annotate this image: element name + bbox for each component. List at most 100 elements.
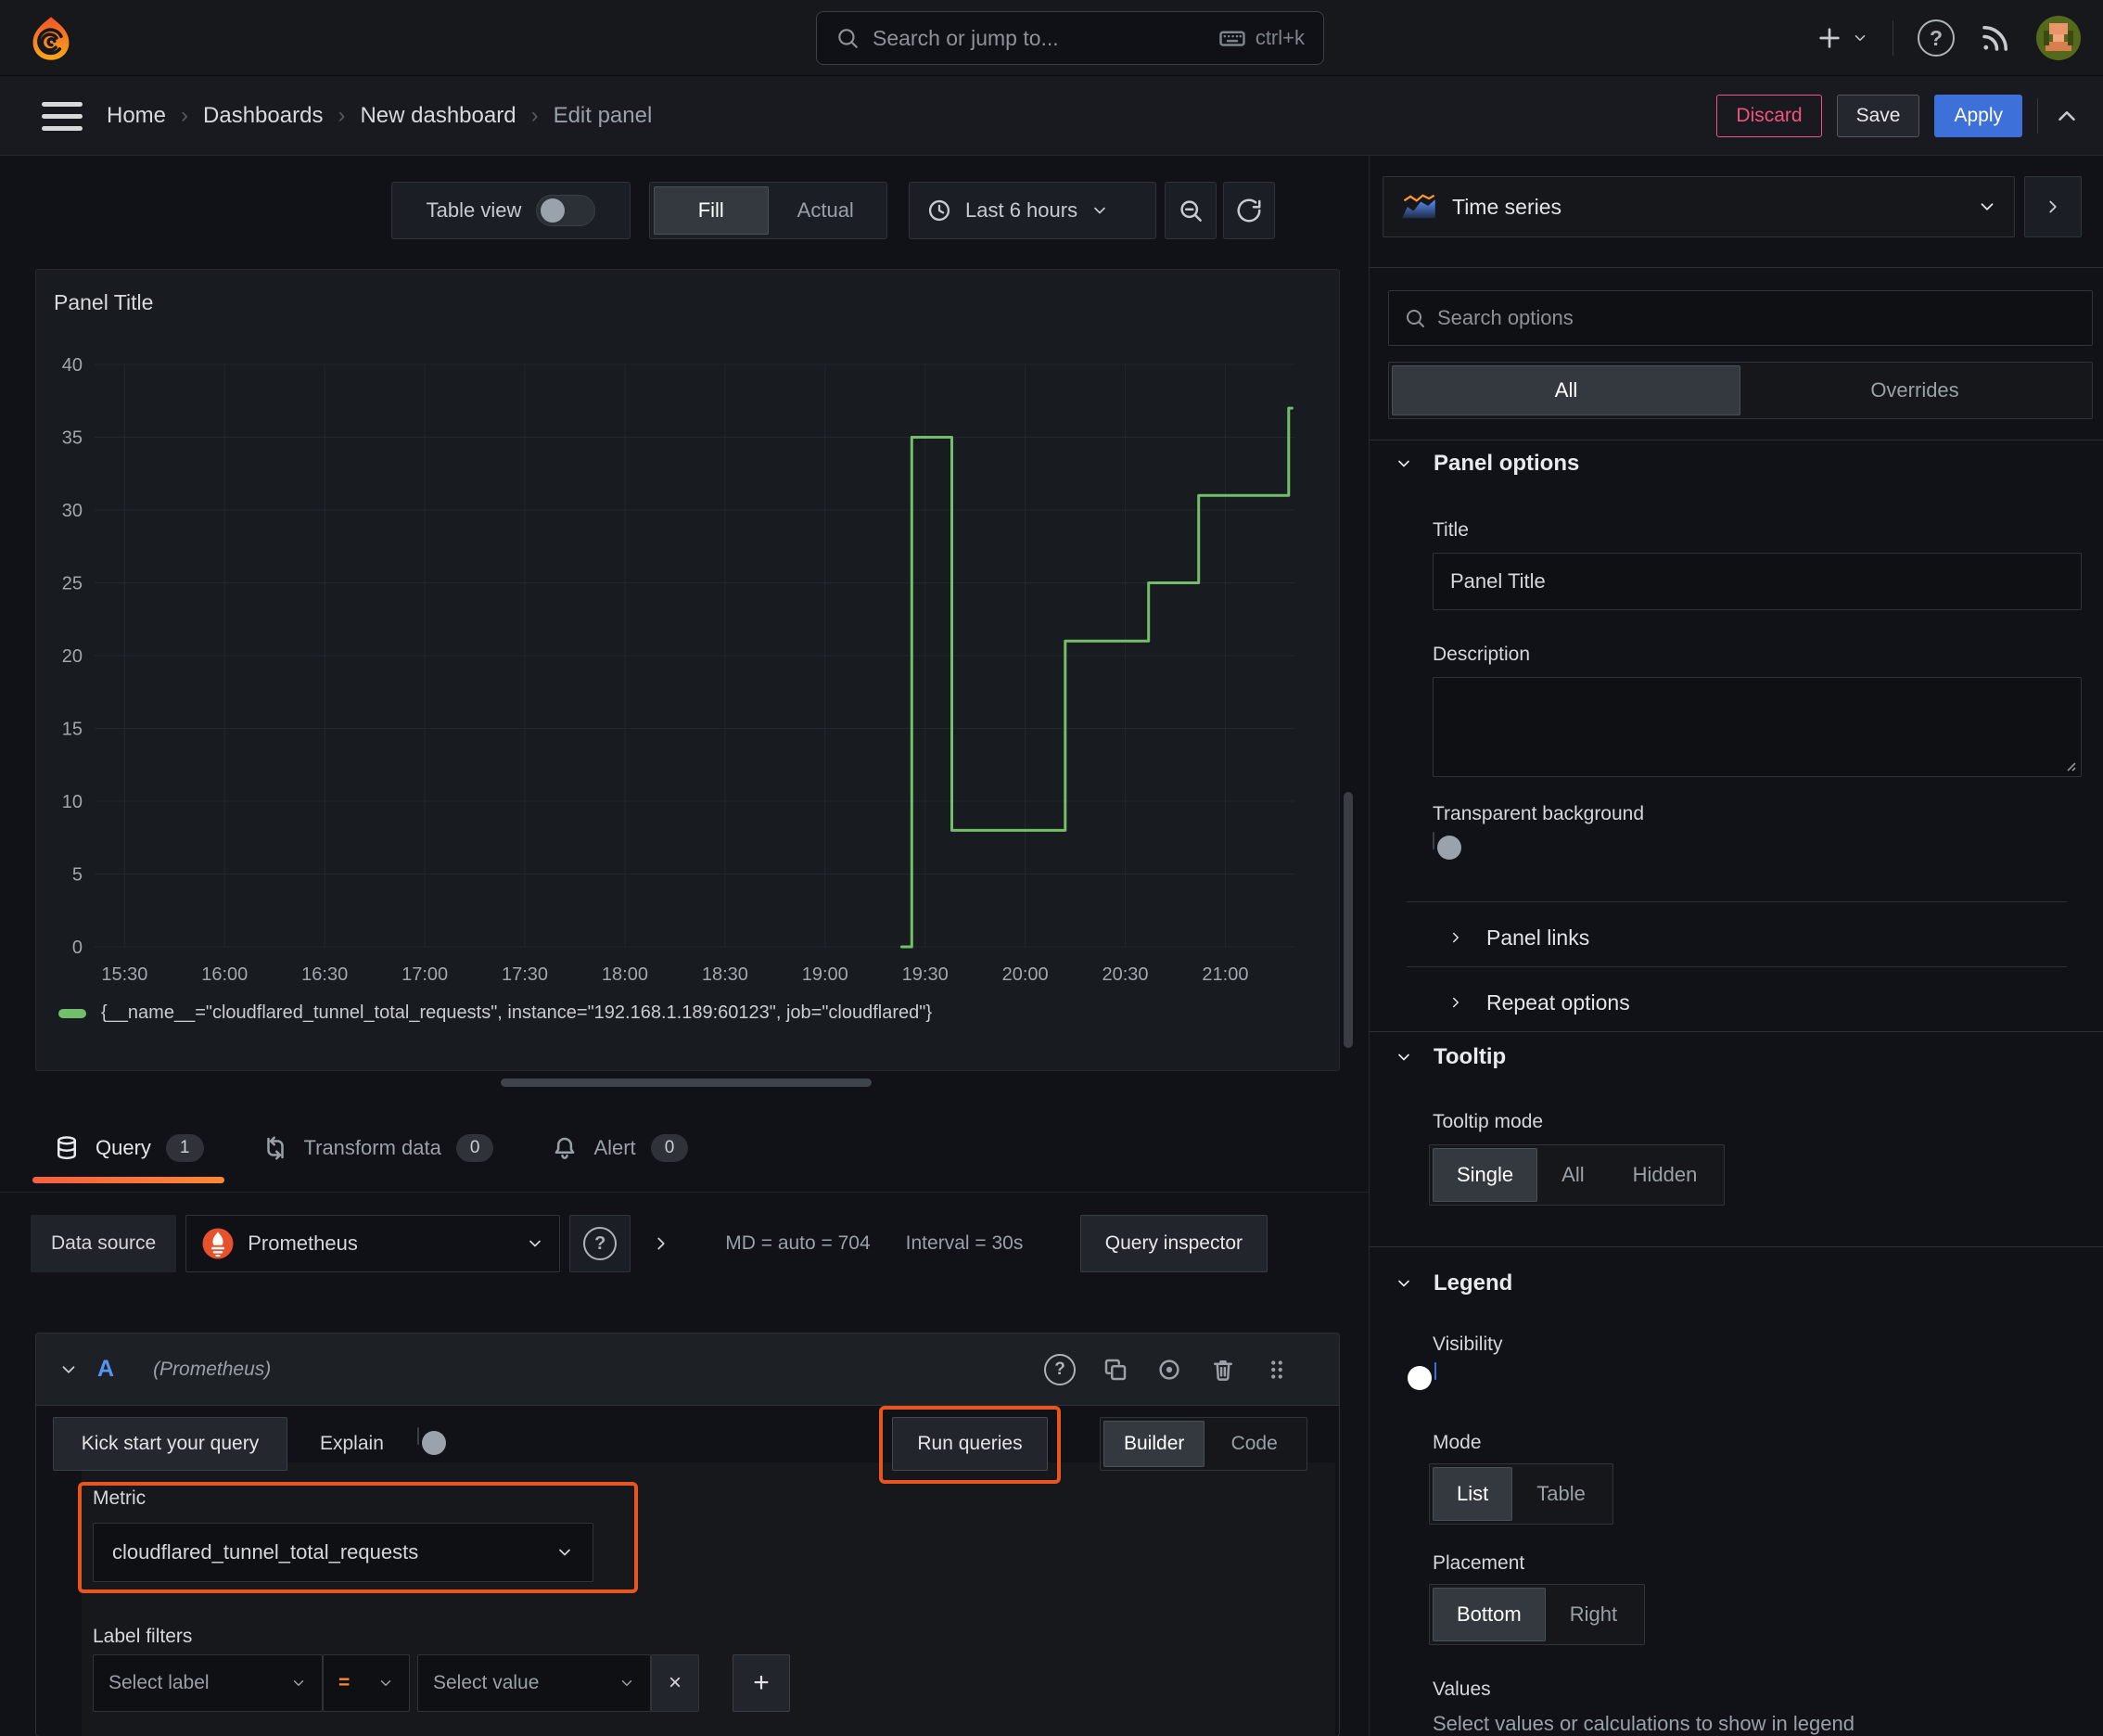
menu-toggle-icon[interactable] xyxy=(42,102,83,131)
repeat-options-section[interactable]: Repeat options xyxy=(1447,977,1630,1028)
table-view-control: Table view xyxy=(391,182,631,239)
legend-visibility-toggle[interactable] xyxy=(1408,1362,1436,1390)
svg-text:30: 30 xyxy=(62,501,83,521)
time-series-viz-icon xyxy=(1402,194,1435,219)
datasource-help-button[interactable]: ? xyxy=(569,1215,631,1272)
panel-options-header[interactable]: Panel options xyxy=(1395,451,1579,477)
panel-options-sidebar: Time series Search options All Overrides… xyxy=(1369,156,2103,1736)
actual-option[interactable]: Actual xyxy=(769,186,884,235)
visualization-name: Time series xyxy=(1452,194,1561,219)
tab-transform-data[interactable]: Transform data 0 xyxy=(241,1104,515,1193)
breadcrumb: Home › Dashboards › New dashboard › Edit… xyxy=(107,76,652,156)
all-overrides-group: All Overrides xyxy=(1388,362,2093,419)
breadcrumb-dashboards[interactable]: Dashboards xyxy=(203,103,323,129)
table-view-toggle[interactable] xyxy=(536,195,596,226)
tab-query-count: 1 xyxy=(165,1133,204,1162)
news-rss-icon[interactable] xyxy=(1979,21,2012,55)
pane-resize-handle[interactable] xyxy=(501,1079,872,1087)
run-queries-button[interactable]: Run queries xyxy=(892,1417,1048,1471)
tooltip-mode-hidden[interactable]: Hidden xyxy=(1609,1148,1722,1202)
refresh-button[interactable] xyxy=(1223,182,1275,239)
time-series-chart[interactable]: 0 5 10 15 20 25 30 35 40 15:30 16:00 16:30 17:00 17:3… xyxy=(53,344,1323,993)
tab-query[interactable]: Query 1 xyxy=(32,1104,224,1193)
svg-text:21:00: 21:00 xyxy=(1202,964,1248,985)
builder-option[interactable]: Builder xyxy=(1103,1421,1205,1467)
query-help-icon[interactable]: ? xyxy=(1044,1353,1076,1385)
search-options-placeholder: Search options xyxy=(1437,306,1574,329)
keyboard-icon xyxy=(1219,31,1245,46)
user-avatar[interactable] xyxy=(2036,16,2081,60)
help-button[interactable]: ? xyxy=(1918,19,1955,57)
svg-text:16:30: 16:30 xyxy=(301,964,348,985)
collapse-query-icon[interactable] xyxy=(58,1359,79,1380)
legend-values-label: Values xyxy=(1433,1679,1491,1700)
breadcrumb-separator: › xyxy=(338,103,346,128)
legend-mode-list[interactable]: List xyxy=(1433,1467,1513,1521)
svg-text:20:00: 20:00 xyxy=(1002,964,1049,985)
search-options-input[interactable]: Search options xyxy=(1388,290,2093,346)
series-legend-label[interactable]: {__name__="cloudflared_tunnel_total_requ… xyxy=(101,1002,932,1024)
datasource-picker[interactable]: Prometheus xyxy=(185,1215,561,1272)
tooltip-mode-single[interactable]: Single xyxy=(1433,1148,1538,1202)
disable-query-eye-icon[interactable] xyxy=(1155,1356,1183,1384)
apply-button[interactable]: Apply xyxy=(1934,95,2022,137)
transparent-background-toggle[interactable] xyxy=(1433,832,1461,860)
description-textarea[interactable] xyxy=(1433,677,2082,777)
code-option[interactable]: Code xyxy=(1204,1421,1304,1467)
filter-all[interactable]: All xyxy=(1392,365,1740,415)
chart-legend: {__name__="cloudflared_tunnel_total_requ… xyxy=(58,1002,932,1024)
actions-divider xyxy=(2037,98,2038,134)
kickstart-query-button[interactable]: Kick start your query xyxy=(53,1417,287,1471)
fill-option[interactable]: Fill xyxy=(654,186,769,235)
breadcrumb-new-dashboard[interactable]: New dashboard xyxy=(360,103,516,129)
operator-dropdown[interactable]: = xyxy=(323,1654,410,1712)
tooltip-header[interactable]: Tooltip xyxy=(1395,1044,1506,1070)
panel-links-section[interactable]: Panel links xyxy=(1447,913,1589,963)
query-datasource-hint: (Prometheus) xyxy=(153,1358,272,1380)
tooltip-mode-all[interactable]: All xyxy=(1537,1148,1608,1202)
question-icon: ? xyxy=(583,1227,618,1260)
visualization-picker[interactable]: Time series xyxy=(1383,176,2015,237)
chevron-right-icon[interactable] xyxy=(651,1233,671,1254)
global-search-input[interactable]: Search or jump to... ctrl+k xyxy=(816,11,1324,65)
zoom-out-button[interactable] xyxy=(1165,182,1217,239)
add-new-button[interactable] xyxy=(1815,23,1868,53)
sidebar-divider xyxy=(1407,966,2067,967)
legend-placement-bottom[interactable]: Bottom xyxy=(1433,1588,1546,1641)
duplicate-query-icon[interactable] xyxy=(1102,1356,1129,1384)
svg-text:5: 5 xyxy=(72,865,83,886)
chevron-right-icon xyxy=(2049,200,2057,213)
vertical-scrollbar[interactable] xyxy=(1344,792,1353,1048)
resize-handle-icon[interactable] xyxy=(2062,758,2077,772)
tab-alert[interactable]: Alert 0 xyxy=(530,1104,708,1193)
drag-grip-icon[interactable] xyxy=(1263,1356,1291,1384)
filter-overrides[interactable]: Overrides xyxy=(1740,365,2089,415)
select-label-dropdown[interactable]: Select label xyxy=(93,1654,323,1712)
query-inspector-button[interactable]: Query inspector xyxy=(1079,1215,1268,1272)
grafana-logo-icon[interactable] xyxy=(26,13,76,63)
legend-mode-table[interactable]: Table xyxy=(1512,1467,1610,1521)
legend-placement-right[interactable]: Right xyxy=(1546,1588,1641,1641)
query-header[interactable]: A (Prometheus) ? xyxy=(36,1334,1339,1406)
add-filter-button[interactable]: + xyxy=(733,1654,790,1712)
select-value-placeholder: Select value xyxy=(433,1672,540,1693)
collapse-options-pane-button[interactable] xyxy=(2024,176,2082,237)
select-value-dropdown[interactable]: Select value xyxy=(417,1654,651,1712)
svg-text:18:00: 18:00 xyxy=(602,964,648,985)
save-button[interactable]: Save xyxy=(1836,95,1920,137)
panel-title-input[interactable] xyxy=(1433,553,2082,610)
collapse-header-icon[interactable] xyxy=(2053,102,2081,130)
svg-text:40: 40 xyxy=(62,355,83,376)
search-icon xyxy=(838,29,858,48)
delete-query-trash-icon[interactable] xyxy=(1209,1356,1237,1384)
remove-filter-button[interactable]: × xyxy=(651,1654,699,1712)
explain-toggle[interactable] xyxy=(417,1427,446,1455)
breadcrumb-home[interactable]: Home xyxy=(107,103,166,129)
sidebar-divider xyxy=(1407,901,2067,902)
metric-select[interactable]: cloudflared_tunnel_total_requests xyxy=(93,1523,593,1582)
time-range-picker[interactable]: Last 6 hours xyxy=(909,182,1156,239)
breadcrumb-edit-panel: Edit panel xyxy=(553,103,653,128)
repeat-options-label: Repeat options xyxy=(1486,989,1630,1015)
legend-header[interactable]: Legend xyxy=(1395,1270,1512,1296)
discard-button[interactable]: Discard xyxy=(1716,95,1822,137)
